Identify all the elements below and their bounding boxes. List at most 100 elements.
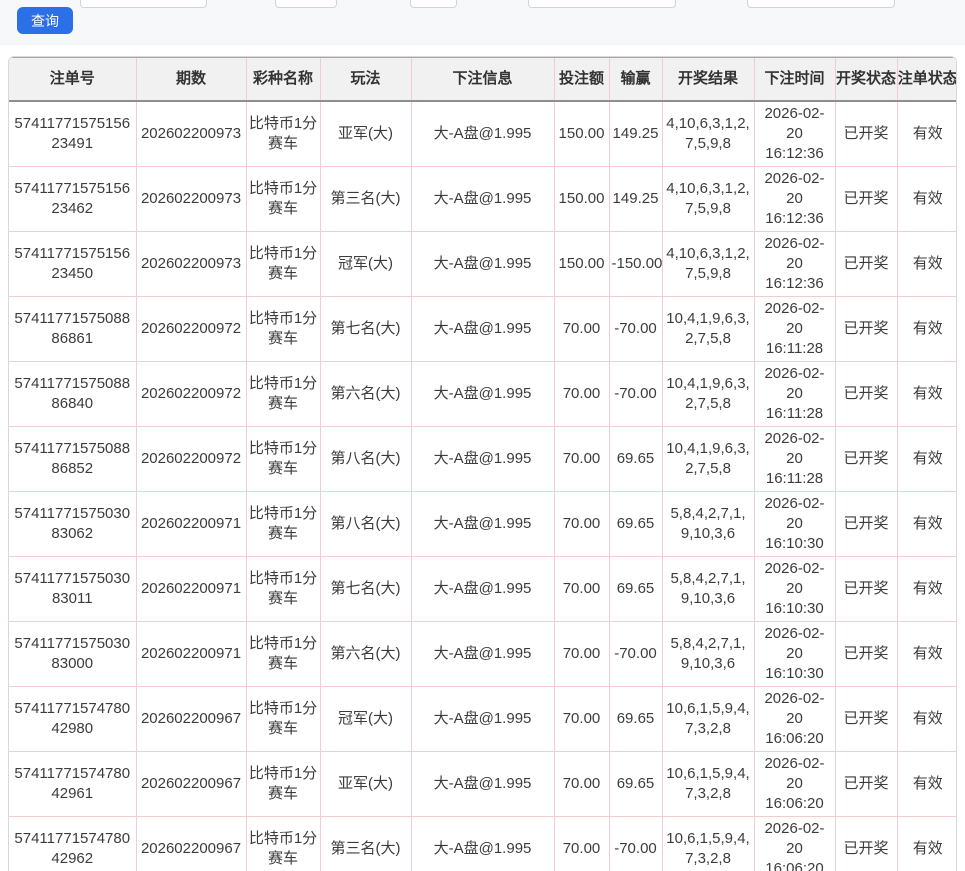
cell-bet-id: 5741177157478042980 bbox=[9, 686, 136, 751]
cell-bet-id: 5741177157503083011 bbox=[9, 556, 136, 621]
table-row: 5741177157508886861 202602200972 比特币1分赛车… bbox=[9, 296, 957, 361]
cell-order-status: 有效 bbox=[897, 361, 957, 426]
column-header-period: 期数 bbox=[136, 58, 246, 101]
cell-period: 202602200967 bbox=[136, 751, 246, 816]
cell-bet-amount: 70.00 bbox=[554, 491, 609, 556]
cell-order-status: 有效 bbox=[897, 491, 957, 556]
cell-play-type: 第六名(大) bbox=[320, 621, 411, 686]
filter-field-5[interactable] bbox=[747, 0, 895, 8]
column-header-win-loss: 输赢 bbox=[609, 58, 662, 101]
table-row: 5741177157508886840 202602200972 比特币1分赛车… bbox=[9, 361, 957, 426]
cell-draw-status: 已开奖 bbox=[835, 426, 897, 491]
cell-draw-status: 已开奖 bbox=[835, 491, 897, 556]
cell-order-status: 有效 bbox=[897, 621, 957, 686]
cell-bet-time: 2026-02-20 16:12:36 bbox=[754, 231, 835, 296]
cell-bet-info: 大-A盘@1.995 bbox=[411, 621, 554, 686]
cell-play-type: 第三名(大) bbox=[320, 816, 411, 871]
cell-draw-status: 已开奖 bbox=[835, 361, 897, 426]
cell-win-loss: 69.65 bbox=[609, 751, 662, 816]
cell-play-type: 第八名(大) bbox=[320, 426, 411, 491]
cell-order-status: 有效 bbox=[897, 751, 957, 816]
cell-bet-amount: 150.00 bbox=[554, 166, 609, 231]
filter-field-3[interactable] bbox=[410, 0, 457, 8]
cell-draw-status: 已开奖 bbox=[835, 166, 897, 231]
cell-lottery-name: 比特币1分赛车 bbox=[246, 751, 320, 816]
cell-period: 202602200972 bbox=[136, 296, 246, 361]
cell-bet-amount: 70.00 bbox=[554, 296, 609, 361]
cell-lottery-name: 比特币1分赛车 bbox=[246, 491, 320, 556]
filter-field-2[interactable] bbox=[275, 0, 337, 8]
cell-play-type: 第六名(大) bbox=[320, 361, 411, 426]
cell-win-loss: 149.25 bbox=[609, 101, 662, 167]
cell-bet-info: 大-A盘@1.995 bbox=[411, 166, 554, 231]
cell-lottery-name: 比特币1分赛车 bbox=[246, 686, 320, 751]
cell-period: 202602200973 bbox=[136, 101, 246, 167]
cell-bet-time: 2026-02-20 16:11:28 bbox=[754, 426, 835, 491]
cell-bet-info: 大-A盘@1.995 bbox=[411, 426, 554, 491]
column-header-bet-info: 下注信息 bbox=[411, 58, 554, 101]
cell-draw-status: 已开奖 bbox=[835, 621, 897, 686]
cell-draw-result: 10,6,1,5,9,4,7,3,2,8 bbox=[662, 751, 754, 816]
cell-lottery-name: 比特币1分赛车 bbox=[246, 621, 320, 686]
cell-period: 202602200973 bbox=[136, 231, 246, 296]
cell-bet-id: 5741177157478042961 bbox=[9, 751, 136, 816]
table-row: 5741177157515623450 202602200973 比特币1分赛车… bbox=[9, 231, 957, 296]
cell-win-loss: 69.65 bbox=[609, 491, 662, 556]
cell-bet-info: 大-A盘@1.995 bbox=[411, 361, 554, 426]
cell-bet-amount: 70.00 bbox=[554, 426, 609, 491]
cell-bet-info: 大-A盘@1.995 bbox=[411, 686, 554, 751]
cell-bet-amount: 70.00 bbox=[554, 556, 609, 621]
cell-bet-info: 大-A盘@1.995 bbox=[411, 556, 554, 621]
cell-lottery-name: 比特币1分赛车 bbox=[246, 166, 320, 231]
bets-table-container: 注单号 期数 彩种名称 玩法 下注信息 投注额 输赢 开奖结果 下注时间 开奖状… bbox=[8, 56, 957, 871]
cell-bet-info: 大-A盘@1.995 bbox=[411, 491, 554, 556]
cell-bet-info: 大-A盘@1.995 bbox=[411, 816, 554, 871]
cell-lottery-name: 比特币1分赛车 bbox=[246, 101, 320, 167]
cell-order-status: 有效 bbox=[897, 296, 957, 361]
cell-win-loss: -70.00 bbox=[609, 816, 662, 871]
cell-period: 202602200971 bbox=[136, 621, 246, 686]
cell-draw-result: 10,6,1,5,9,4,7,3,2,8 bbox=[662, 816, 754, 871]
cell-draw-status: 已开奖 bbox=[835, 556, 897, 621]
query-button[interactable]: 查询 bbox=[17, 7, 73, 34]
cell-play-type: 亚军(大) bbox=[320, 751, 411, 816]
cell-period: 202602200971 bbox=[136, 491, 246, 556]
filter-field-1[interactable] bbox=[80, 0, 207, 8]
cell-bet-time: 2026-02-20 16:10:30 bbox=[754, 621, 835, 686]
cell-draw-status: 已开奖 bbox=[835, 101, 897, 167]
table-row: 5741177157478042980 202602200967 比特币1分赛车… bbox=[9, 686, 957, 751]
table-row: 5741177157503083011 202602200971 比特币1分赛车… bbox=[9, 556, 957, 621]
cell-bet-id: 5741177157503083000 bbox=[9, 621, 136, 686]
cell-order-status: 有效 bbox=[897, 101, 957, 167]
cell-win-loss: -70.00 bbox=[609, 361, 662, 426]
cell-win-loss: 69.65 bbox=[609, 686, 662, 751]
column-header-bet-time: 下注时间 bbox=[754, 58, 835, 101]
cell-lottery-name: 比特币1分赛车 bbox=[246, 426, 320, 491]
cell-win-loss: -70.00 bbox=[609, 296, 662, 361]
filter-field-4[interactable] bbox=[528, 0, 676, 8]
cell-bet-id: 5741177157515623491 bbox=[9, 101, 136, 167]
cell-lottery-name: 比特币1分赛车 bbox=[246, 556, 320, 621]
table-row: 5741177157478042961 202602200967 比特币1分赛车… bbox=[9, 751, 957, 816]
cell-draw-status: 已开奖 bbox=[835, 231, 897, 296]
table-header-row: 注单号 期数 彩种名称 玩法 下注信息 投注额 输赢 开奖结果 下注时间 开奖状… bbox=[9, 58, 957, 101]
cell-bet-time: 2026-02-20 16:10:30 bbox=[754, 491, 835, 556]
filter-bar: 查询 bbox=[0, 0, 965, 45]
cell-bet-id: 5741177157508886861 bbox=[9, 296, 136, 361]
cell-period: 202602200972 bbox=[136, 361, 246, 426]
cell-draw-status: 已开奖 bbox=[835, 686, 897, 751]
cell-play-type: 第三名(大) bbox=[320, 166, 411, 231]
cell-bet-id: 5741177157503083062 bbox=[9, 491, 136, 556]
column-header-order-status: 注单状态 bbox=[897, 58, 957, 101]
cell-play-type: 冠军(大) bbox=[320, 231, 411, 296]
cell-draw-result: 4,10,6,3,1,2,7,5,9,8 bbox=[662, 101, 754, 167]
cell-bet-time: 2026-02-20 16:06:20 bbox=[754, 816, 835, 871]
table-row: 5741177157508886852 202602200972 比特币1分赛车… bbox=[9, 426, 957, 491]
column-header-bet-id: 注单号 bbox=[9, 58, 136, 101]
column-header-play-type: 玩法 bbox=[320, 58, 411, 101]
cell-draw-result: 4,10,6,3,1,2,7,5,9,8 bbox=[662, 166, 754, 231]
cell-bet-amount: 70.00 bbox=[554, 621, 609, 686]
cell-order-status: 有效 bbox=[897, 426, 957, 491]
cell-draw-status: 已开奖 bbox=[835, 296, 897, 361]
cell-play-type: 第八名(大) bbox=[320, 491, 411, 556]
